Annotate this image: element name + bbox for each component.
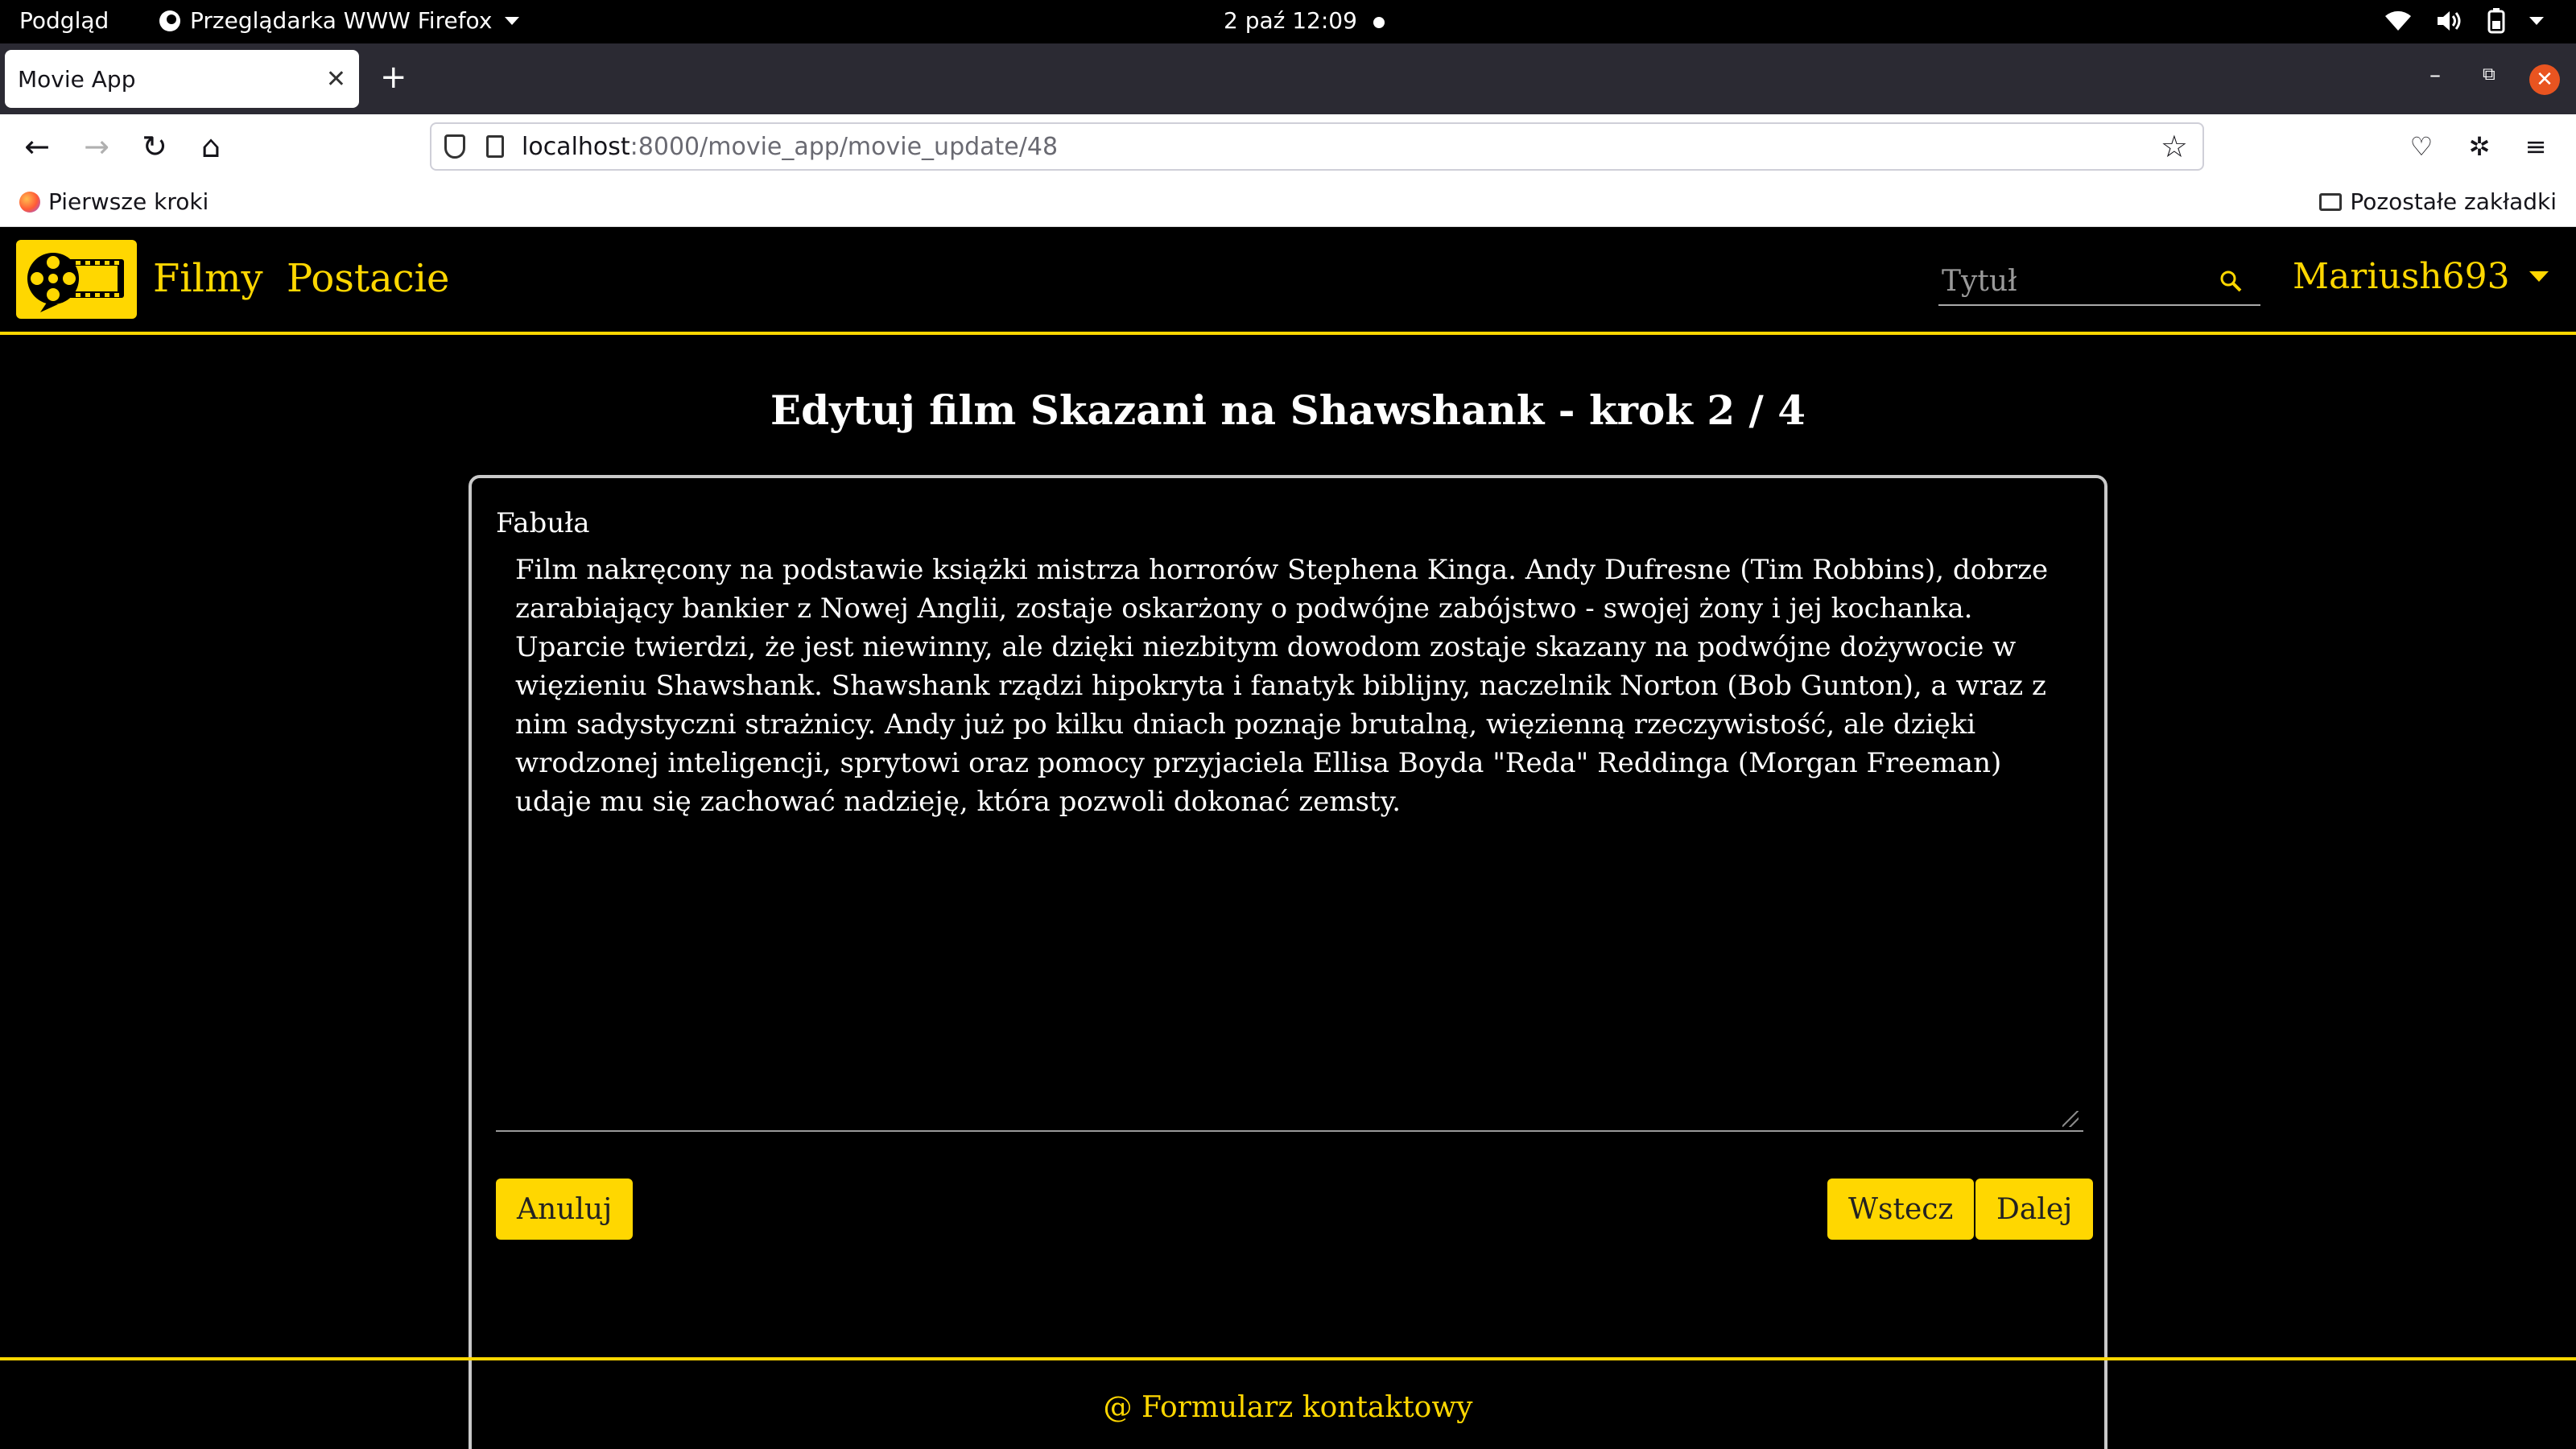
chevron-down-icon: [505, 16, 520, 25]
clock[interactable]: 2 paź 12:09: [1224, 7, 1357, 34]
minimize-button[interactable]: –: [2429, 61, 2441, 88]
nav-link-characters[interactable]: Postacie: [287, 256, 449, 301]
wifi-icon: [2385, 10, 2411, 31]
bookmark-label: Pierwsze kroki: [48, 188, 209, 215]
tab-title: Movie App: [18, 65, 136, 93]
contact-form-link[interactable]: @ Formularz kontaktowy: [0, 1391, 2576, 1424]
close-icon[interactable]: ✕: [326, 65, 346, 93]
extension-icon[interactable]: ✲: [2460, 127, 2499, 166]
tab-movie-app[interactable]: Movie App ✕: [5, 50, 359, 108]
plot-label: Fabuła: [496, 507, 590, 539]
bookmark-label: Pozostałe zakładki: [2350, 188, 2557, 215]
search-input[interactable]: [1938, 259, 2212, 303]
window-close-button[interactable]: ✕: [2529, 64, 2560, 95]
new-tab-button[interactable]: +: [380, 61, 407, 93]
chevron-down-icon: [2529, 271, 2549, 282]
film-reel-icon: [27, 253, 124, 312]
navigation-toolbar: ← → ↻ ⌂ localhost:8000/movie_app/movie_u…: [0, 114, 2576, 179]
nav-link-films[interactable]: Filmy: [153, 256, 263, 301]
firefox-icon: [159, 10, 180, 31]
bookmark-first-steps[interactable]: Pierwsze kroki: [19, 188, 208, 215]
site-footer: @ Formularz kontaktowy: [0, 1357, 2576, 1449]
battery-icon: [2487, 8, 2505, 34]
pocket-icon[interactable]: ♡: [2402, 127, 2441, 166]
web-page: Filmy Postacie Mariush693 Edytuj film Sk…: [0, 227, 2576, 1449]
url-bar[interactable]: localhost:8000/movie_app/movie_update/48…: [430, 122, 2204, 171]
bookmark-star-icon[interactable]: ☆: [2161, 129, 2188, 164]
back-button[interactable]: ←: [18, 127, 56, 166]
next-step-button[interactable]: Dalej: [1975, 1179, 2094, 1240]
system-top-bar: Podgląd Przeglądarka WWW Firefox 2 paź 1…: [0, 0, 2576, 43]
reload-button[interactable]: ↻: [135, 127, 174, 166]
bookmarks-bar: Pierwsze kroki Pozostałe zakładki: [0, 179, 2576, 227]
url-path: :8000/movie_app/movie_update/48: [630, 132, 1059, 161]
page-info-icon[interactable]: [486, 135, 504, 158]
url-text[interactable]: localhost:8000/movie_app/movie_update/48: [522, 133, 2161, 161]
cancel-button[interactable]: Anuluj: [496, 1179, 634, 1240]
plot-text: Film nakręcony na podstawie książki mist…: [515, 554, 2049, 818]
movie-edit-form: Fabuła Film nakręcony na podstawie książ…: [469, 475, 2107, 1449]
menu-icon[interactable]: ≡: [2516, 127, 2555, 166]
folder-icon: [2319, 192, 2343, 211]
notification-dot-icon: [1373, 17, 1385, 28]
volume-icon: [2438, 11, 2461, 31]
url-host: localhost: [522, 132, 630, 161]
resize-handle-icon[interactable]: [2062, 1111, 2079, 1127]
back-step-button[interactable]: Wstecz: [1827, 1179, 1975, 1240]
system-tray[interactable]: [2384, 8, 2544, 34]
home-button[interactable]: ⌂: [192, 127, 230, 166]
page-title: Edytuj film Skazani na Shawshank - krok …: [770, 386, 1806, 434]
tab-strip: Movie App ✕ + – ⧉ ✕: [0, 43, 2576, 114]
chevron-down-icon: [2529, 17, 2544, 25]
user-menu[interactable]: Mariush693: [2293, 256, 2549, 297]
plot-textarea[interactable]: Film nakręcony na podstawie książki mist…: [496, 551, 2083, 1132]
search-icon[interactable]: [2219, 269, 2243, 293]
user-name: Mariush693: [2293, 256, 2510, 297]
activities-button[interactable]: Podgląd: [19, 7, 109, 34]
site-navbar: Filmy Postacie Mariush693: [0, 227, 2576, 335]
firefox-logo-icon: [19, 191, 40, 213]
app-menu-label: Przeglądarka WWW Firefox: [190, 7, 493, 34]
site-logo[interactable]: [16, 240, 137, 319]
restore-button[interactable]: ⧉: [2483, 64, 2496, 85]
app-menu[interactable]: Przeglądarka WWW Firefox: [158, 7, 520, 34]
bookmark-other-folder[interactable]: Pozostałe zakładki: [2319, 188, 2557, 215]
forward-button[interactable]: →: [77, 127, 116, 166]
tracking-shield-icon[interactable]: [444, 134, 465, 159]
search-box: [1938, 259, 2260, 306]
